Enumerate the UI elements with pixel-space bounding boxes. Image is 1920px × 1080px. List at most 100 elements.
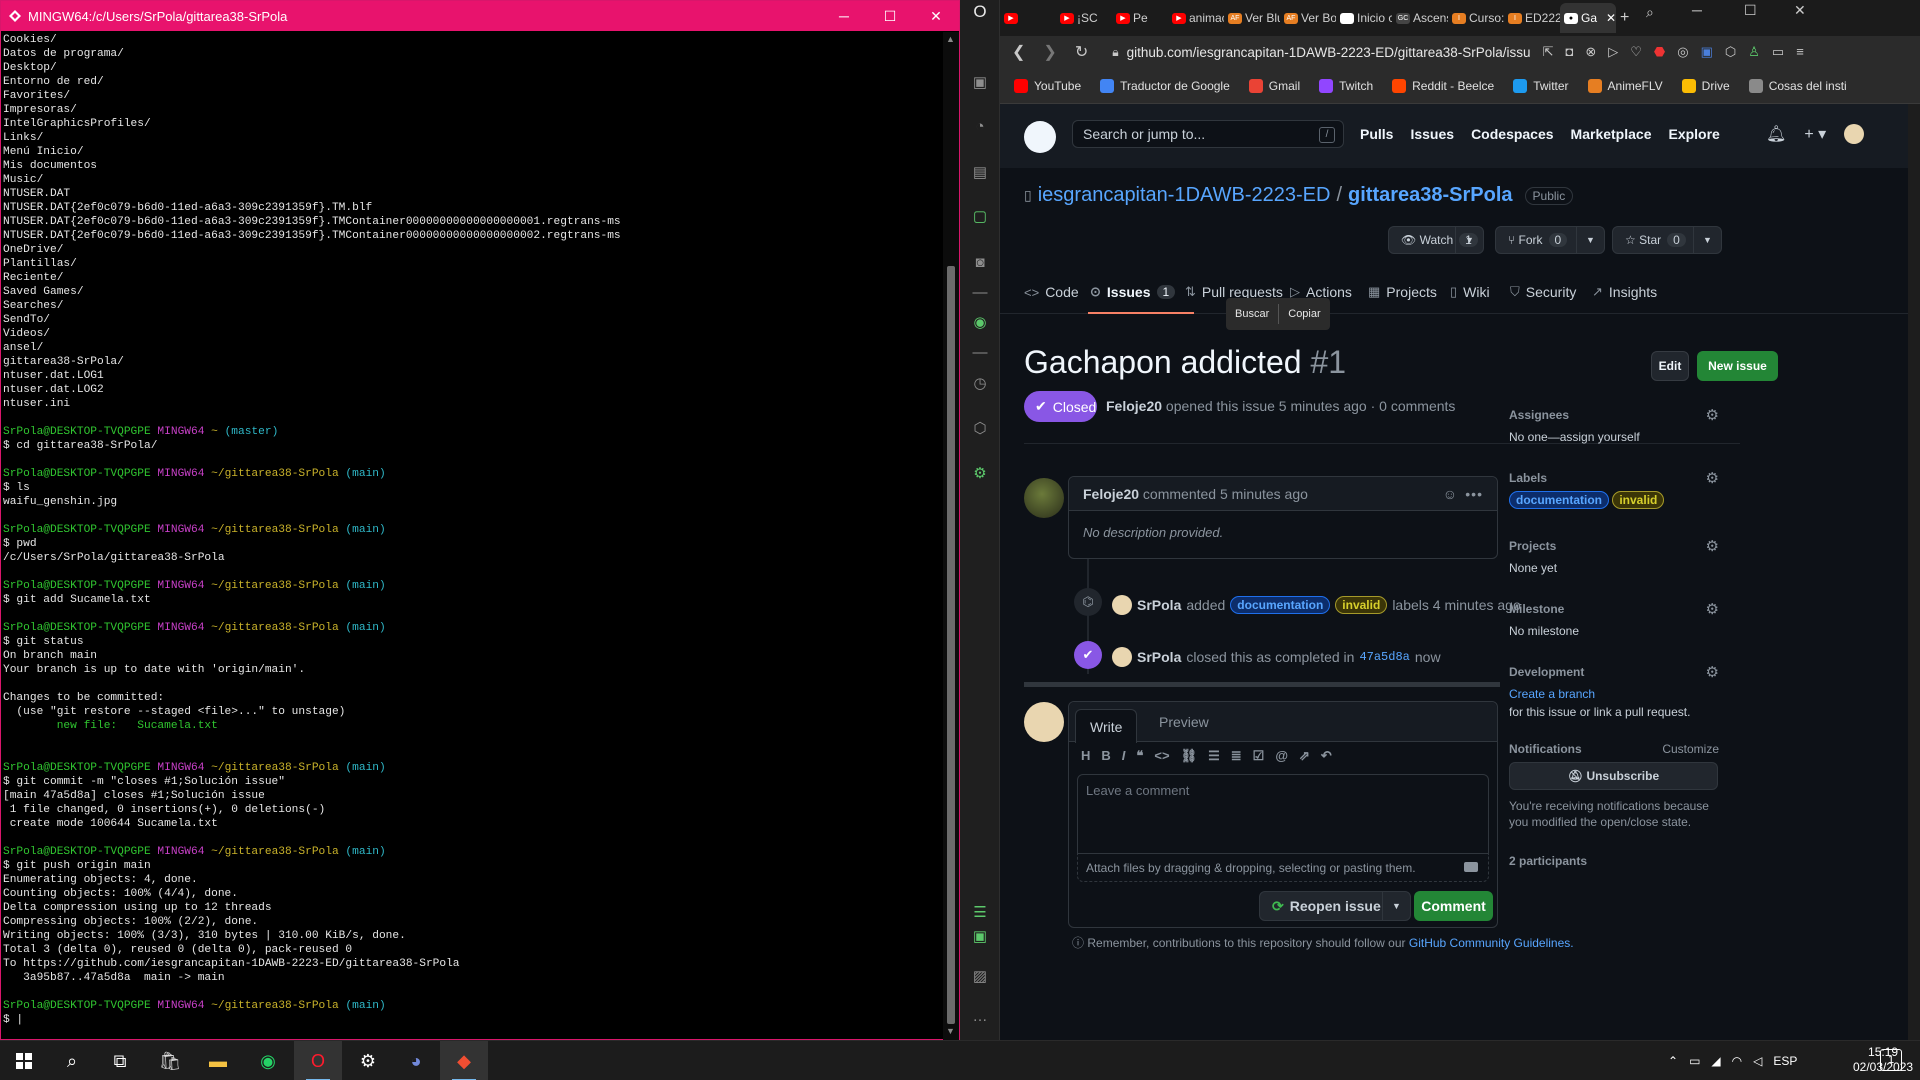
cube-icon[interactable]: ⬡ <box>1725 44 1736 60</box>
image-icon[interactable]: ▨ <box>971 968 989 986</box>
gear-icon[interactable]: ⚙ <box>1706 663 1719 681</box>
send-icon[interactable]: ▷ <box>1608 44 1618 60</box>
edit-button[interactable]: Edit <box>1651 351 1689 381</box>
nav-explore[interactable]: Explore <box>1668 126 1719 142</box>
reopen-issue-button[interactable]: ⟳ Reopen issue ▼ <box>1259 891 1411 921</box>
chevron-down-icon[interactable]: ▼ <box>1455 227 1483 253</box>
opera-icon[interactable]: O <box>294 1041 342 1080</box>
settings-icon[interactable]: ⚙ <box>344 1041 392 1080</box>
chevron-down-icon[interactable]: ▼ <box>1382 892 1410 920</box>
gamepad-icon[interactable]: ▣ <box>971 74 989 92</box>
forward-icon[interactable]: ❯ <box>1043 42 1056 62</box>
pinboard-icon[interactable]: ▣ <box>971 928 989 946</box>
comment-textarea[interactable]: Leave a comment <box>1077 774 1489 854</box>
comment-button[interactable]: Comment <box>1414 891 1493 921</box>
url-field[interactable]: github.com/iesgrancapitan-1DAWB-2223-ED/… <box>1127 45 1531 60</box>
comment-author[interactable]: Feloje20 <box>1083 486 1139 502</box>
guidelines-link[interactable]: GitHub Community Guidelines. <box>1409 936 1574 950</box>
tab-islands-icon[interactable]: ☰ <box>971 904 989 922</box>
tab-insights[interactable]: ↗ Insights <box>1592 284 1657 300</box>
bookmark-item[interactable]: Gmail <box>1248 78 1300 93</box>
tab-code[interactable]: <> Code <box>1024 284 1079 300</box>
scroll-up-icon[interactable]: ▲ <box>946 34 955 44</box>
tab-item[interactable]: GCAscens <box>1392 3 1448 33</box>
cross-reference-icon[interactable]: ⇗ <box>1299 748 1310 764</box>
tab-item-active[interactable]: ● Ga ✕ <box>1560 3 1616 33</box>
nav-issues[interactable]: Issues <box>1410 126 1454 142</box>
nav-codespaces[interactable]: Codespaces <box>1471 126 1553 142</box>
star-button[interactable]: ☆ Star 0 ▼ <box>1612 226 1722 254</box>
repo-name-link[interactable]: gittarea38-SrPola <box>1348 184 1513 207</box>
wifi-icon[interactable]: ◠ <box>1732 1054 1742 1068</box>
kebab-menu-icon[interactable]: ••• <box>1465 477 1483 511</box>
tab-item[interactable]: ▶ <box>1000 3 1056 33</box>
close-button[interactable]: ✕ <box>913 1 959 31</box>
search-tabs-icon[interactable]: ⌕ <box>1646 4 1654 21</box>
tab-wiki[interactable]: ▯ Wiki <box>1450 284 1490 300</box>
twitch-icon[interactable]: ▢ <box>971 208 989 226</box>
block-icon[interactable]: ⊗ <box>1585 44 1596 60</box>
language-indicator[interactable]: ESP <box>1773 1054 1797 1068</box>
file-explorer-icon[interactable]: ▬ <box>194 1041 242 1080</box>
tab-item[interactable]: ▶ animac <box>1168 3 1224 33</box>
terminal-window[interactable]: MINGW64:/c/Users/SrPola/gittarea38-SrPol… <box>0 0 960 1040</box>
volume-icon[interactable]: ◁ <box>1753 1054 1762 1068</box>
tab-item[interactable]: I Curso: <box>1448 3 1504 33</box>
search-option[interactable]: Buscar <box>1226 308 1278 320</box>
heart-icon[interactable]: ♡ <box>1630 44 1642 60</box>
copy-option[interactable]: Copiar <box>1279 308 1329 320</box>
avatar[interactable] <box>1112 647 1132 667</box>
avatar[interactable] <box>1024 702 1064 742</box>
avatar[interactable] <box>1024 478 1064 518</box>
plus-dropdown-icon[interactable]: + ▾ <box>1804 124 1826 144</box>
player-icon[interactable]: ◉ <box>971 314 989 332</box>
tab-item[interactable]: AF Ver Blu <box>1224 3 1280 33</box>
tab-preview[interactable]: Preview <box>1145 702 1223 742</box>
bookmark-item[interactable]: Twitch <box>1319 78 1373 93</box>
chevron-down-icon[interactable]: ▼ <box>1576 227 1604 253</box>
tab-item[interactable]: I ED222 <box>1504 3 1560 33</box>
tab-item[interactable]: ▶ ¡SC <box>1056 3 1112 33</box>
scroll-down-icon[interactable]: ▼ <box>946 1026 955 1036</box>
settings-gear-icon[interactable]: ⚙ <box>971 465 989 483</box>
tab-projects[interactable]: ▦ Projects <box>1368 284 1437 300</box>
git-bash-icon[interactable]: ◆ <box>440 1041 488 1080</box>
label-invalid[interactable]: invalid <box>1335 596 1388 614</box>
label-invalid[interactable]: invalid <box>1612 491 1665 509</box>
bookmark-item[interactable]: Cosas del insti <box>1748 78 1847 93</box>
gear-icon[interactable]: ⚙ <box>1706 406 1719 424</box>
close-button[interactable]: ✕ <box>1794 2 1806 19</box>
reload-icon[interactable]: ↻ <box>1075 42 1088 62</box>
code-icon[interactable]: <> <box>1154 748 1169 764</box>
tab-issues[interactable]: ⊙ Issues 1 <box>1090 284 1176 300</box>
search-input[interactable]: Search or jump to... / <box>1072 120 1344 148</box>
maximize-button[interactable]: ☐ <box>867 1 913 31</box>
new-tab-button[interactable]: + <box>1616 3 1646 33</box>
task-view-icon[interactable]: ⧉ <box>96 1041 144 1080</box>
gear-icon[interactable]: ⚙ <box>1706 469 1719 487</box>
menu-icon[interactable]: ≡ <box>1796 44 1804 60</box>
quote-icon[interactable]: ❝ <box>1136 748 1143 764</box>
battery-icon[interactable]: ▭ <box>1689 1054 1700 1068</box>
terminal-titlebar[interactable]: MINGW64:/c/Users/SrPola/gittarea38-SrPol… <box>1 1 959 31</box>
gear-icon[interactable]: ⚙ <box>1706 537 1719 555</box>
avatar[interactable] <box>1112 595 1132 615</box>
history-icon[interactable]: ◷ <box>971 375 989 393</box>
mention-icon[interactable]: @ <box>1275 748 1288 764</box>
new-issue-button[interactable]: New issue <box>1697 351 1778 381</box>
chevron-down-icon[interactable]: ▼ <box>1693 227 1721 253</box>
opera-logo-icon[interactable]: O <box>971 3 989 21</box>
profile-icon[interactable]: ♙ <box>1748 44 1760 60</box>
unsubscribe-button[interactable]: 🔕︎ Unsubscribe <box>1509 762 1718 790</box>
speedometer-icon[interactable]: ◔ <box>971 118 989 136</box>
bulb-icon[interactable]: ◎ <box>1677 44 1688 60</box>
nav-pulls[interactable]: Pulls <box>1360 126 1393 142</box>
create-branch-link[interactable]: Create a branch <box>1509 687 1719 701</box>
cube-icon[interactable]: ⬡ <box>971 420 989 438</box>
emoji-icon[interactable]: ☺ <box>1443 477 1457 511</box>
numbered-list-icon[interactable]: ≣ <box>1231 748 1242 764</box>
commit-link[interactable]: 47a5d8a <box>1359 650 1409 664</box>
label-documentation[interactable]: documentation <box>1509 491 1609 509</box>
maximize-button[interactable]: ☐ <box>1744 2 1757 19</box>
discord-icon[interactable]: ◕ <box>392 1041 440 1080</box>
